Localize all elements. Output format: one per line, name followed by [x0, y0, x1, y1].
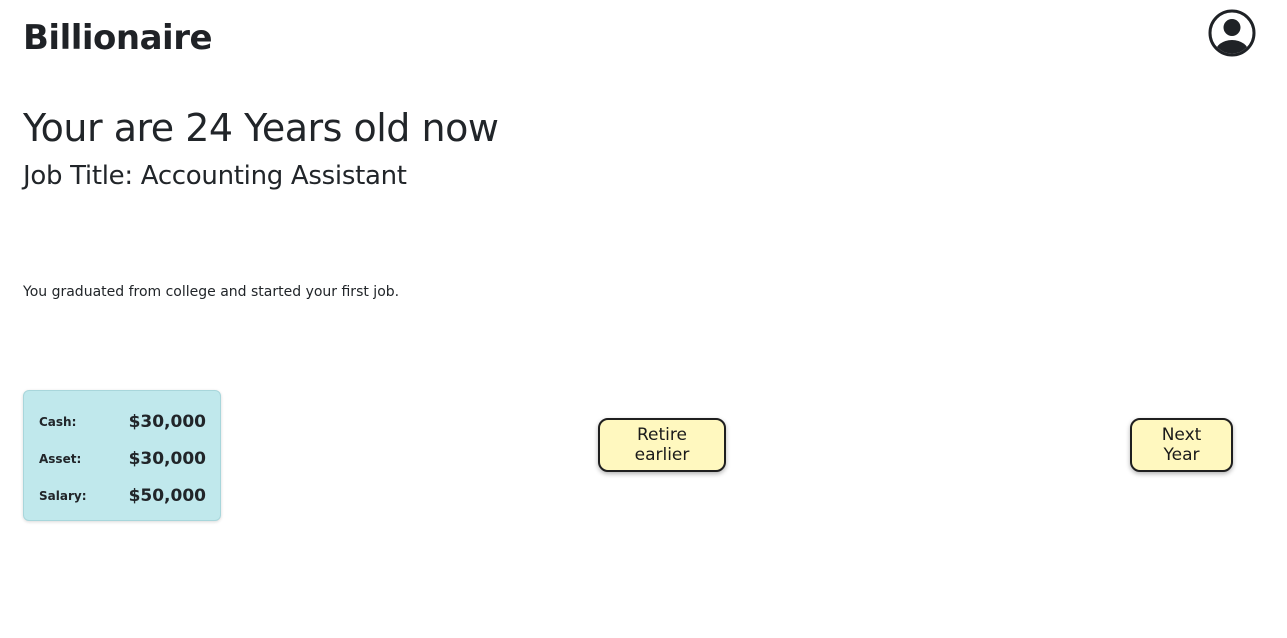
- next-year-button[interactable]: Next Year: [1130, 418, 1233, 472]
- app-brand: Billionaire: [23, 18, 213, 58]
- stat-value: $30,000: [128, 448, 206, 469]
- stat-label: Asset:: [39, 451, 82, 466]
- user-circle-icon: [1208, 9, 1256, 57]
- retire-earlier-button[interactable]: Retire earlier: [598, 418, 726, 472]
- stat-value: $30,000: [128, 411, 206, 432]
- stat-label: Salary:: [39, 488, 87, 503]
- stats-card: Cash: $30,000 Asset: $30,000 Salary: $50…: [23, 390, 221, 521]
- stat-value: $50,000: [128, 485, 206, 506]
- user-avatar-button[interactable]: [1208, 9, 1256, 57]
- event-message: You graduated from college and started y…: [23, 284, 400, 300]
- job-title: Job Title: Accounting Assistant: [23, 161, 407, 191]
- stat-row-asset: Asset: $30,000: [39, 440, 206, 477]
- stat-row-salary: Salary: $50,000: [39, 477, 206, 514]
- stat-row-cash: Cash: $30,000: [39, 403, 206, 440]
- age-headline: Your are 24 Years old now: [23, 106, 499, 150]
- stat-label: Cash:: [39, 414, 77, 429]
